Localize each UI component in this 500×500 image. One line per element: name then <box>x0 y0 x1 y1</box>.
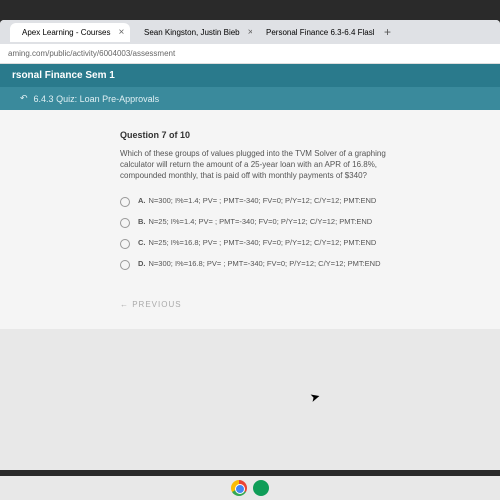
close-icon[interactable]: × <box>119 27 125 38</box>
tab-quizlet[interactable]: Personal Finance 6.3-6.4 Flash × <box>254 23 374 42</box>
radio-icon[interactable] <box>120 197 130 207</box>
option-a[interactable]: A.N=300; I%=1.4; PV= ; PMT=-340; FV=0; P… <box>120 196 400 207</box>
tab-label: Sean Kingston, Justin Bieb <box>144 28 240 37</box>
quiz-breadcrumb: 6.4.3 Quiz: Loan Pre-Approvals <box>0 87 500 110</box>
browser-tabs: Apex Learning - Courses × Sean Kingston,… <box>0 20 500 44</box>
radio-icon[interactable] <box>120 239 130 249</box>
option-b[interactable]: B.N=25; I%=1.4; PV= ; PMT=-340; FV=0; P/… <box>120 217 400 228</box>
url-text: aming.com/public/activity/6004003/assess… <box>8 49 175 58</box>
question-number: Question 7 of 10 <box>120 130 400 140</box>
tab-label: Personal Finance 6.3-6.4 Flash <box>266 28 374 37</box>
radio-icon[interactable] <box>120 218 130 228</box>
question-panel: Question 7 of 10 Which of these groups o… <box>0 110 500 329</box>
chrome-icon[interactable] <box>231 480 247 496</box>
option-c[interactable]: C.N=25; I%=16.8; PV= ; PMT=-340; FV=0; P… <box>120 238 400 249</box>
radio-icon[interactable] <box>120 260 130 270</box>
previous-button[interactable]: ← PREVIOUS <box>120 300 400 309</box>
app-icon[interactable] <box>253 480 269 496</box>
mouse-cursor: ➤ <box>308 389 321 405</box>
tab-label: Apex Learning - Courses <box>22 28 111 37</box>
taskbar <box>0 476 500 500</box>
return-icon[interactable] <box>20 93 28 104</box>
question-text: Which of these groups of values plugged … <box>120 148 400 182</box>
option-d[interactable]: D.N=300; I%=16.8; PV= ; PMT=-340; FV=0; … <box>120 259 400 270</box>
close-icon[interactable]: × <box>248 27 252 38</box>
course-header: rsonal Finance Sem 1 <box>0 64 500 87</box>
tab-youtube[interactable]: Sean Kingston, Justin Bieb × <box>132 23 252 42</box>
address-bar[interactable]: aming.com/public/activity/6004003/assess… <box>0 44 500 64</box>
tab-apex[interactable]: Apex Learning - Courses × <box>10 23 130 42</box>
new-tab-button[interactable]: + <box>376 25 399 39</box>
